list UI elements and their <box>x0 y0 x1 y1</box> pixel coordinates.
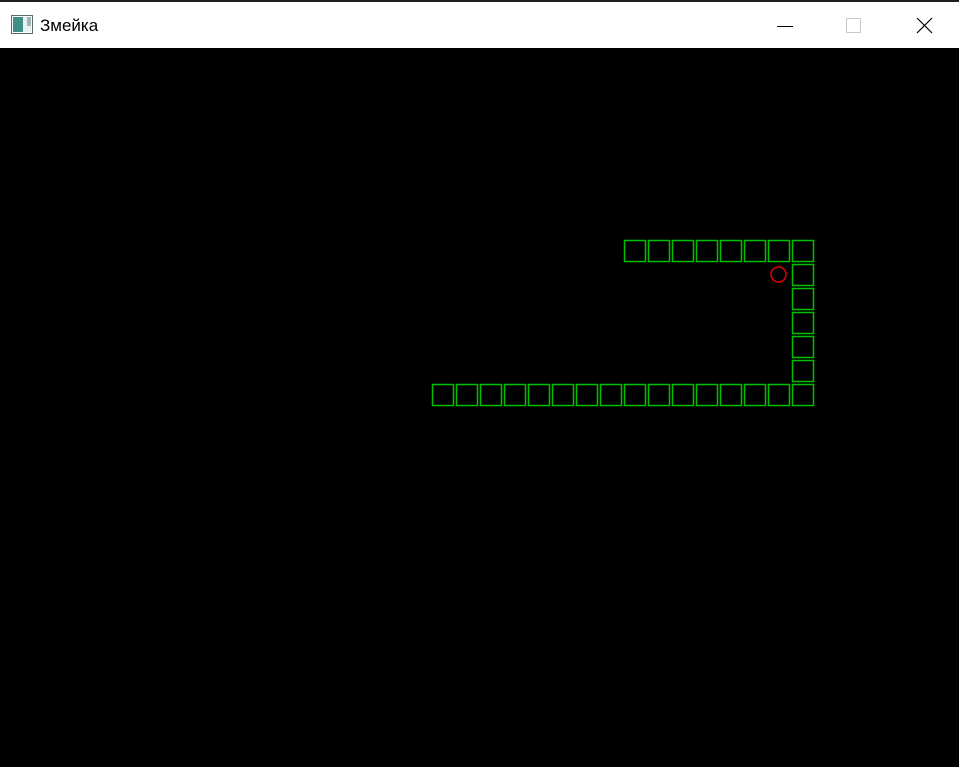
snake-segment <box>767 239 791 263</box>
food-icon <box>770 266 787 283</box>
close-icon <box>916 17 933 34</box>
snake-segment <box>647 239 671 263</box>
snake-segment <box>503 383 527 407</box>
snake-segment <box>623 383 647 407</box>
snake-segment <box>479 383 503 407</box>
maximize-icon <box>846 18 861 33</box>
snake-segment <box>551 383 575 407</box>
minimize-icon <box>777 26 793 27</box>
snake-segment <box>791 263 815 287</box>
snake-segment <box>431 383 455 407</box>
title-bar[interactable]: Змейка <box>0 0 959 48</box>
snake-segment <box>791 335 815 359</box>
game-field[interactable] <box>0 48 959 767</box>
snake-segment <box>719 383 743 407</box>
snake-segment <box>527 383 551 407</box>
snake-segment <box>623 239 647 263</box>
snake-segment <box>575 383 599 407</box>
snake-segment <box>695 239 719 263</box>
snake-segment <box>647 383 671 407</box>
snake-segment <box>455 383 479 407</box>
snake-segment <box>743 383 767 407</box>
app-window-icon <box>11 15 33 34</box>
game-board <box>431 239 815 407</box>
window-title: Змейка <box>40 16 99 35</box>
game-window: Змейка <box>0 0 959 767</box>
snake-segment <box>791 359 815 383</box>
snake-segment <box>599 383 623 407</box>
snake-segment <box>719 239 743 263</box>
close-button[interactable] <box>889 2 957 48</box>
minimize-button[interactable] <box>750 2 818 48</box>
snake-segment <box>791 239 815 263</box>
snake-segment <box>767 383 791 407</box>
snake-segment <box>791 287 815 311</box>
snake-segment <box>791 311 815 335</box>
snake-segment <box>791 383 815 407</box>
snake-segment <box>695 383 719 407</box>
snake-segment <box>671 383 695 407</box>
snake-segment <box>743 239 767 263</box>
maximize-button[interactable] <box>819 2 887 48</box>
snake-segment <box>671 239 695 263</box>
